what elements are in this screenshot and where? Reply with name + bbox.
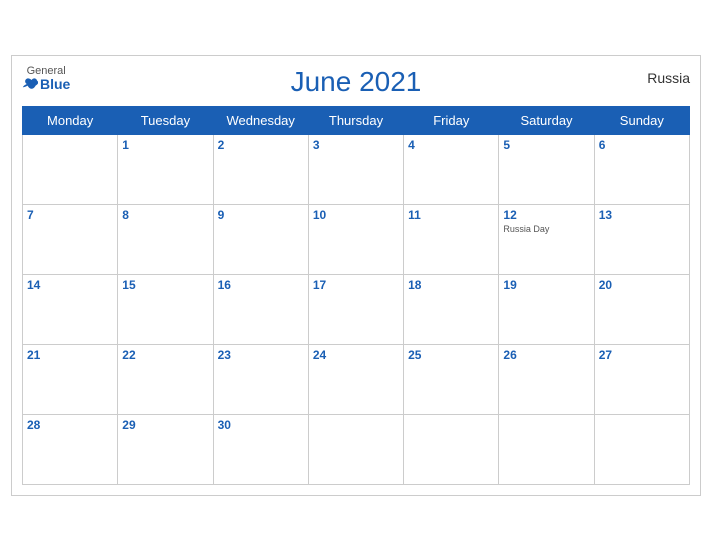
day-number: 17 <box>313 278 399 292</box>
weekday-header-friday: Friday <box>404 106 499 134</box>
weekday-header-thursday: Thursday <box>308 106 403 134</box>
day-number: 13 <box>599 208 685 222</box>
day-cell: 2 <box>213 134 308 204</box>
day-number: 28 <box>27 418 113 432</box>
week-row-1: 123456 <box>23 134 690 204</box>
day-cell: 22 <box>118 344 213 414</box>
day-cell: 19 <box>499 274 594 344</box>
day-cell: 28 <box>23 414 118 484</box>
day-number: 29 <box>122 418 208 432</box>
weekday-header-row: MondayTuesdayWednesdayThursdayFridaySatu… <box>23 106 690 134</box>
day-cell <box>404 414 499 484</box>
day-number: 20 <box>599 278 685 292</box>
day-number: 25 <box>408 348 494 362</box>
day-cell: 10 <box>308 204 403 274</box>
day-cell: 30 <box>213 414 308 484</box>
day-cell: 21 <box>23 344 118 414</box>
logo-general-text: General <box>27 66 66 77</box>
day-cell: 9 <box>213 204 308 274</box>
day-number: 18 <box>408 278 494 292</box>
calendar-table: MondayTuesdayWednesdayThursdayFridaySatu… <box>22 106 690 485</box>
day-cell: 16 <box>213 274 308 344</box>
country-label: Russia <box>647 70 690 86</box>
week-row-5: 28 29 30 <box>23 414 690 484</box>
day-cell: 25 <box>404 344 499 414</box>
day-number: 14 <box>27 278 113 292</box>
day-number: 16 <box>218 278 304 292</box>
day-number: 12 <box>503 208 589 222</box>
calendar-title: June 2021 <box>291 66 422 98</box>
day-cell: 20 <box>594 274 689 344</box>
day-cell: 5 <box>499 134 594 204</box>
day-cell: 29 <box>118 414 213 484</box>
day-number: 24 <box>313 348 399 362</box>
day-cell: 26 <box>499 344 594 414</box>
weekday-header-monday: Monday <box>23 106 118 134</box>
day-number: 4 <box>408 138 494 152</box>
day-number: 7 <box>27 208 113 222</box>
holiday-label: Russia Day <box>503 224 589 234</box>
day-cell: 12 Russia Day <box>499 204 594 274</box>
day-number: 23 <box>218 348 304 362</box>
day-number: 27 <box>599 348 685 362</box>
day-cell: 4 <box>404 134 499 204</box>
day-cell: 23 <box>213 344 308 414</box>
day-number: 15 <box>122 278 208 292</box>
week-row-2: 789 10 11 12 Russia Day 13 <box>23 204 690 274</box>
weekday-header-sunday: Sunday <box>594 106 689 134</box>
logo-blue-text: Blue <box>22 77 70 91</box>
day-number: 8 <box>122 208 208 222</box>
day-number: 1 <box>122 138 208 152</box>
day-number: 21 <box>27 348 113 362</box>
day-cell: 11 <box>404 204 499 274</box>
day-number: 9 <box>218 208 304 222</box>
day-cell: 13 <box>594 204 689 274</box>
day-cell: 14 <box>23 274 118 344</box>
day-number: 5 <box>503 138 589 152</box>
day-cell: 24 <box>308 344 403 414</box>
day-number: 19 <box>503 278 589 292</box>
weekday-header-saturday: Saturday <box>499 106 594 134</box>
day-number: 3 <box>313 138 399 152</box>
logo-bird-icon <box>22 77 38 91</box>
day-cell <box>499 414 594 484</box>
day-cell: 17 <box>308 274 403 344</box>
day-cell <box>308 414 403 484</box>
day-cell: 3 <box>308 134 403 204</box>
calendar-container: General Blue June 2021 Russia MondayTues… <box>11 55 701 496</box>
day-cell <box>594 414 689 484</box>
day-cell: 27 <box>594 344 689 414</box>
week-row-4: 21 22 23 24 25 26 27 <box>23 344 690 414</box>
day-cell: 1 <box>118 134 213 204</box>
weekday-header-tuesday: Tuesday <box>118 106 213 134</box>
week-row-3: 14 15 16 17 18 19 20 <box>23 274 690 344</box>
day-number: 22 <box>122 348 208 362</box>
day-number: 10 <box>313 208 399 222</box>
weekday-header-wednesday: Wednesday <box>213 106 308 134</box>
day-cell: 8 <box>118 204 213 274</box>
day-number: 2 <box>218 138 304 152</box>
day-cell <box>23 134 118 204</box>
day-cell: 15 <box>118 274 213 344</box>
logo-area: General Blue <box>22 66 70 91</box>
day-cell: 7 <box>23 204 118 274</box>
day-cell: 6 <box>594 134 689 204</box>
day-number: 30 <box>218 418 304 432</box>
day-number: 6 <box>599 138 685 152</box>
day-number: 26 <box>503 348 589 362</box>
calendar-header: General Blue June 2021 Russia <box>22 66 690 98</box>
day-number: 11 <box>408 208 494 222</box>
day-cell: 18 <box>404 274 499 344</box>
